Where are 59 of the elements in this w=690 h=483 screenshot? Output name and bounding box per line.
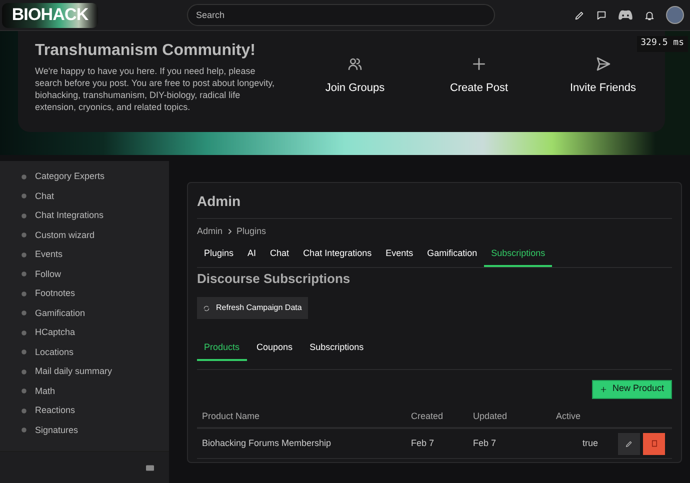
- admin-title: Admin: [197, 192, 242, 210]
- search-field[interactable]: Search: [187, 4, 495, 26]
- breadcrumb-link[interactable]: Plugins: [236, 225, 266, 238]
- action-link[interactable]: Join Groups: [293, 56, 417, 132]
- sidebar-item[interactable]: Signatures: [0, 420, 169, 440]
- sidebar-item[interactable]: HCaptcha: [0, 323, 169, 342]
- pencil-icon[interactable]: [574, 10, 585, 20]
- welcome-text: We're happy to have you here. If you need help, please search before you post. You are free to post about longevity, biohacking, transhumanism, DIY-biology, radical life extension, cryonics, and related topics.: [35, 65, 276, 113]
- section-tab[interactable]: Coupons: [250, 341, 300, 360]
- table-cell: Biohacking Forums Membership: [202, 438, 332, 448]
- refresh-button[interactable]: Refresh Campaign Data: [197, 297, 308, 319]
- section-tab[interactable]: Products: [197, 341, 247, 360]
- admin-tab[interactable]: Chat: [263, 246, 296, 267]
- game-controller-icon[interactable]: [618, 10, 633, 20]
- bell-icon[interactable]: [644, 10, 655, 20]
- plus-icon: [600, 386, 608, 392]
- table-cell: Feb 7: [473, 438, 496, 448]
- delete-button[interactable]: [643, 432, 665, 454]
- admin-tab[interactable]: Plugins: [197, 246, 241, 267]
- section-title: Discourse Subscriptions: [197, 270, 352, 287]
- admin-tab[interactable]: Gamification: [420, 246, 484, 267]
- people-icon: [347, 56, 363, 72]
- admin-tab[interactable]: AI: [240, 246, 264, 267]
- breadcrumb-link[interactable]: Admin: [197, 225, 223, 238]
- plus-icon: [471, 56, 487, 72]
- sidebar-item[interactable]: Math: [0, 382, 169, 401]
- table-cell: true: [582, 438, 598, 448]
- sidebar-item[interactable]: Category Experts: [0, 167, 169, 186]
- edit-button[interactable]: [618, 432, 640, 454]
- admin-tab[interactable]: Chat Integrations: [296, 246, 379, 267]
- sidebar-item[interactable]: Follow: [0, 264, 169, 284]
- sidebar-item[interactable]: Locations: [0, 342, 169, 362]
- column-header: Created: [411, 410, 444, 420]
- admin-tab[interactable]: Subscriptions: [484, 246, 552, 267]
- refresh-icon: [203, 304, 210, 312]
- welcome-title: Transhumanism Community!: [35, 41, 256, 61]
- column-header: Active: [556, 410, 581, 420]
- table-cell: Feb 7: [411, 438, 434, 448]
- sidebar-item[interactable]: Gamification: [0, 304, 169, 323]
- sidebar-item[interactable]: Chat: [0, 186, 169, 206]
- sidebar-item[interactable]: Custom wizard: [0, 226, 169, 245]
- sidebar-item[interactable]: Footnotes: [0, 284, 169, 304]
- section-tab[interactable]: Subscriptions: [302, 341, 371, 360]
- column-header: Updated: [473, 410, 508, 420]
- chat-bubble-icon[interactable]: [596, 10, 607, 20]
- sidebar-item[interactable]: Reactions: [0, 401, 169, 420]
- admin-tab[interactable]: Events: [378, 246, 420, 267]
- action-link[interactable]: Create Post: [417, 56, 541, 132]
- pencil-icon: [625, 440, 633, 448]
- new-product-button[interactable]: New Product: [592, 380, 672, 398]
- sidebar-item[interactable]: Chat Integrations: [0, 206, 169, 226]
- action-link[interactable]: Invite Friends: [541, 56, 665, 132]
- timing-badge: 329.5 ms: [636, 36, 688, 52]
- avatar[interactable]: [666, 6, 684, 24]
- sidebar-item[interactable]: Events: [0, 245, 169, 264]
- send-icon: [594, 56, 612, 72]
- sidebar-item[interactable]: Mail daily summary: [0, 362, 169, 382]
- column-header: Product Name: [202, 410, 260, 420]
- chevron-icon: [228, 229, 232, 234]
